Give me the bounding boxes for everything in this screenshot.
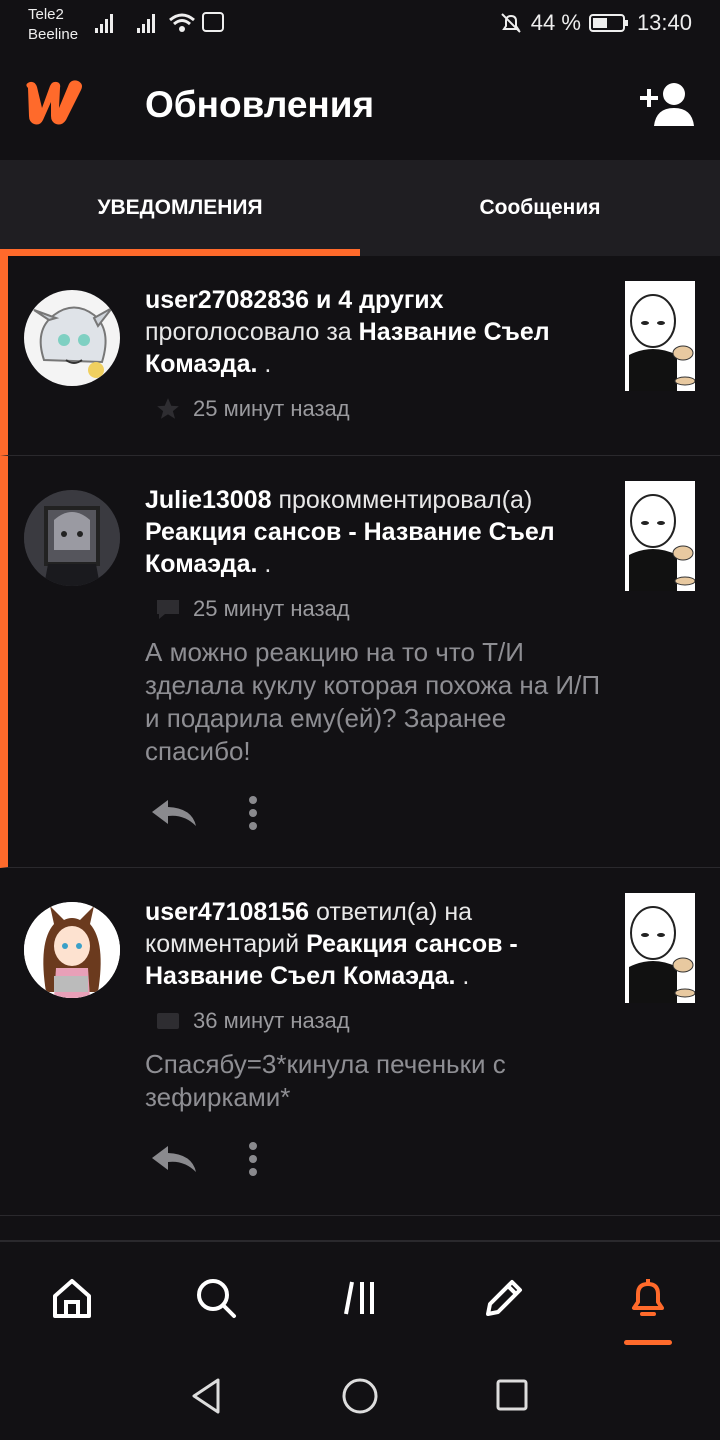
library-icon xyxy=(344,1281,374,1315)
active-nav-indicator xyxy=(624,1340,672,1345)
clock: 13:40 xyxy=(636,10,692,35)
notification-suffix: . xyxy=(455,962,470,990)
page-title: Обновления xyxy=(145,84,375,125)
notification-suffix: . xyxy=(257,350,272,378)
nav-home[interactable] xyxy=(48,1274,96,1322)
hms-icon xyxy=(202,12,224,32)
reply-icon[interactable] xyxy=(150,1144,198,1174)
notification-action: прокомментировал(а) xyxy=(271,486,533,514)
notification-meta: 36 минут назад xyxy=(155,1008,350,1034)
battery-percent: 44 % xyxy=(530,10,581,35)
avatar[interactable] xyxy=(24,290,120,386)
tab-notifications[interactable]: УВЕДОМЛЕНИЯ xyxy=(0,160,360,256)
signal-icon xyxy=(95,14,113,33)
add-user-icon[interactable] xyxy=(640,82,696,128)
pencil-icon xyxy=(486,1280,522,1316)
story-thumbnail[interactable] xyxy=(625,481,695,591)
comment-icon xyxy=(157,600,179,619)
wifi-icon xyxy=(169,13,195,32)
status-right: 44 % 13:40 xyxy=(499,10,692,36)
notification-text[interactable]: Julie13008 прокомментировал(а) Реакция с… xyxy=(145,484,605,580)
notification-time: 25 минут назад xyxy=(193,396,350,421)
comment-text: А можно реакцию на то что Т/И зделала ку… xyxy=(145,637,601,766)
notification-time: 36 минут назад xyxy=(193,1008,350,1033)
comment-actions xyxy=(150,1142,258,1176)
system-navigation xyxy=(0,1354,720,1440)
back-icon[interactable] xyxy=(188,1376,224,1416)
avatar[interactable] xyxy=(24,902,120,998)
carrier-1: Tele2 xyxy=(28,6,64,23)
reply-bubble-icon xyxy=(157,1013,179,1029)
notification-user[interactable]: user47108156 xyxy=(145,898,309,926)
notification-user[interactable]: user27082836 и 4 других xyxy=(145,286,444,314)
mute-bell-icon xyxy=(501,13,521,33)
nav-library[interactable] xyxy=(336,1274,384,1322)
notification-meta: 25 минут назад xyxy=(155,396,350,422)
notification-action: проголосовало за xyxy=(145,318,359,346)
notification-user[interactable]: Julie13008 xyxy=(145,486,272,514)
status-bar: Tele2 Beeline 44 % 13:40 xyxy=(0,0,720,52)
carrier-labels: Tele2 Beeline xyxy=(28,5,78,45)
recents-icon[interactable] xyxy=(494,1376,530,1416)
nav-write[interactable] xyxy=(480,1274,528,1322)
bell-icon xyxy=(632,1279,664,1316)
star-icon xyxy=(157,398,179,419)
more-options-icon[interactable] xyxy=(248,1142,258,1176)
avatar[interactable] xyxy=(24,490,120,586)
battery-icon xyxy=(588,14,628,32)
carrier-2: Beeline xyxy=(28,26,79,43)
bottom-navigation xyxy=(0,1240,720,1354)
home-circle-icon[interactable] xyxy=(340,1376,380,1416)
tab-bar: УВЕДОМЛЕНИЯ Сообщения xyxy=(0,160,720,256)
notification-story[interactable]: Реакция сансов - Название Съел Комаэда. xyxy=(145,518,555,578)
notification-item[interactable]: user47108156 ответил(а) на комментарий Р… xyxy=(0,868,720,1216)
search-icon xyxy=(197,1279,236,1318)
notification-suffix: . xyxy=(257,550,272,578)
comment-actions xyxy=(150,796,258,830)
notification-item[interactable]: user27082836 и 4 других проголосовало за… xyxy=(0,256,720,456)
wattpad-logo-icon[interactable] xyxy=(22,78,88,128)
story-thumbnail[interactable] xyxy=(625,281,695,391)
tab-messages[interactable]: Сообщения xyxy=(360,160,720,256)
more-options-icon[interactable] xyxy=(248,796,258,830)
story-thumbnail[interactable] xyxy=(625,893,695,1003)
notification-text[interactable]: user47108156 ответил(а) на комментарий Р… xyxy=(145,896,605,992)
home-icon xyxy=(53,1279,91,1318)
nav-search[interactable] xyxy=(192,1274,240,1322)
nav-notifications[interactable] xyxy=(624,1274,672,1322)
app-header: Обновления xyxy=(0,52,720,160)
notification-feed[interactable]: user27082836 и 4 других проголосовало за… xyxy=(0,256,720,1240)
notification-meta: 25 минут назад xyxy=(155,596,350,622)
reply-icon[interactable] xyxy=(150,798,198,828)
signal-icon-2 xyxy=(137,14,155,33)
comment-text: Спасябу=3*кинула печеньки с зефирками* xyxy=(145,1049,506,1112)
notification-text[interactable]: user27082836 и 4 других проголосовало за… xyxy=(145,284,605,380)
notification-item[interactable]: Julie13008 прокомментировал(а) Реакция с… xyxy=(0,456,720,868)
notification-time: 25 минут назад xyxy=(193,596,350,621)
